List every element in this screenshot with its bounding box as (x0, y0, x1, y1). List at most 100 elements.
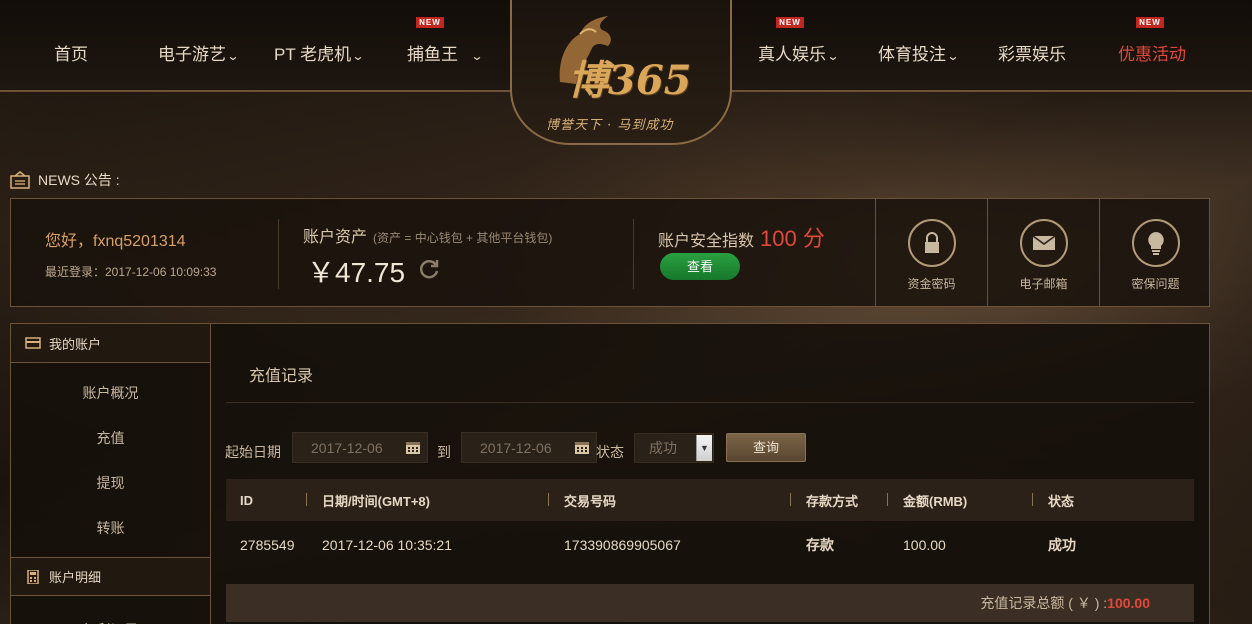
nav-lottery-label: 彩票娱乐 (998, 45, 1066, 64)
calendar-icon[interactable] (405, 440, 421, 455)
table-cell: 100.00 (903, 536, 946, 553)
start-date-label: 起始日期 (225, 444, 281, 460)
end-date-input[interactable]: 2017-12-06 (461, 432, 597, 463)
assets-title: 账户资产 (资产 = 中心钱包 + 其他平台钱包) (303, 223, 552, 247)
chevron-down-icon: ⌄ (826, 49, 840, 63)
refresh-icon[interactable] (417, 257, 441, 281)
status-select[interactable]: 成功 ▼ (634, 433, 714, 463)
dropdown-arrow-icon[interactable]: ▼ (696, 435, 712, 461)
sidebar-section-label: 账户明细 (49, 570, 102, 585)
sidebar: 我的账户 账户概况 充值 提现 转账 账户明细 红利记录 (10, 323, 211, 624)
nav-promotions[interactable]: 优惠活动 (1118, 40, 1186, 65)
tile-email[interactable]: 电子邮箱 (987, 199, 1099, 306)
deposit-records-table: ID 日期/时间(GMT+8) 交易号码 存款方式 金额(RMB) 状态 278… (226, 479, 1194, 568)
nav-sports-label: 体育投注 (878, 45, 946, 64)
status-select-value: 成功 (649, 440, 677, 456)
envelope-icon (1032, 235, 1055, 250)
calculator-icon (27, 569, 39, 584)
logo-text: 博365 (568, 57, 692, 104)
sidebar-list: 账户概况 充值 提现 转账 (11, 363, 210, 557)
sidebar-item-overview[interactable]: 账户概况 (11, 371, 210, 416)
new-badge: NEW (1136, 17, 1164, 28)
sidebar-item-transfer[interactable]: 转账 (11, 506, 210, 551)
account-panel: 您好，fxnq5201314 最近登录：2017-12-06 10:09:33 … (10, 198, 1210, 307)
table-cell: 173390869905067 (564, 536, 681, 553)
total-amount: 100.00 (1107, 595, 1150, 611)
nav-lottery[interactable]: 彩票娱乐 (998, 40, 1066, 65)
tile-fund-password[interactable]: 资金密码 (875, 199, 987, 306)
table-cell: 2785549 (240, 536, 295, 553)
sidebar-item-deposit[interactable]: 充值 (11, 416, 210, 461)
sidebar-section-label: 我的账户 (49, 336, 102, 352)
divider (278, 219, 279, 289)
chevron-down-icon: ⌄ (351, 49, 365, 63)
sidebar-item-bonus-records[interactable]: 红利记录 (11, 608, 210, 624)
tile-circle (1131, 219, 1180, 267)
end-date-value: 2017-12-06 (480, 440, 552, 456)
table-cell: 成功 (1048, 536, 1076, 553)
nav-fishing-king-label: 捕鱼王 (407, 45, 458, 64)
query-button[interactable]: 查询 (726, 433, 806, 462)
lock-icon (924, 232, 939, 253)
column-header: 金额(RMB) (887, 491, 1048, 510)
assets-title-text: 账户资产 (303, 229, 368, 246)
card-icon (25, 337, 41, 349)
nav-home[interactable]: 首页 (54, 40, 88, 65)
nav-pt-slots[interactable]: PT 老虎机⌄ (274, 40, 365, 65)
column-header: 日期/时间(GMT+8) (306, 491, 564, 510)
greeting: 您好，fxnq5201314 (45, 233, 186, 250)
nav-live-casino[interactable]: 真人娱乐⌄ (758, 40, 840, 65)
nav-home-label: 首页 (54, 45, 88, 64)
sidebar-section-account-details[interactable]: 账户明细 (11, 557, 210, 596)
news-label: NEWS 公告 : (38, 172, 120, 188)
total-bar: 充值记录总额 ( ￥ ) :100.00 (226, 584, 1194, 622)
table-cell: 2017-12-06 10:35:21 (322, 536, 452, 553)
column-header: 交易号码 (548, 491, 806, 510)
main-content: 充值记录 起始日期 2017-12-06 到 2017-12-06 状态 成功 … (211, 323, 1210, 624)
security-title-text: 账户安全指数 (658, 233, 755, 250)
megaphone-icon (10, 171, 30, 189)
new-badge: NEW (416, 17, 444, 28)
chevron-down-icon: ⌄ (226, 49, 240, 63)
tile-security-question[interactable]: 密保问题 (1099, 199, 1211, 306)
view-button[interactable]: 查看 (660, 253, 740, 280)
page-title: 充值记录 (249, 368, 314, 385)
start-date-value: 2017-12-06 (311, 440, 383, 456)
tile-label: 电子邮箱 (1019, 277, 1068, 291)
nav-electronic-games[interactable]: 电子游艺⌄ (158, 40, 240, 65)
nav-electronic-games-label: 电子游艺 (158, 45, 226, 64)
logo-slogan: 博誉天下 · 马到成功 (546, 118, 674, 133)
nav-fishing-king[interactable]: 捕鱼王 ⌄ (407, 40, 484, 65)
nav-sports[interactable]: 体育投注⌄ (878, 40, 960, 65)
last-login: 最近登录：2017-12-06 10:09:33 (45, 265, 217, 279)
assets-note: (资产 = 中心钱包 + 其他平台钱包) (373, 231, 553, 245)
to-label: 到 (437, 444, 451, 460)
tile-label: 资金密码 (907, 277, 956, 291)
lightbulb-icon (1147, 232, 1164, 255)
security-score: 100 分 (760, 226, 825, 251)
column-header: 存款方式 (790, 491, 903, 510)
tile-label: 密保问题 (1131, 277, 1180, 291)
nav-promotions-label: 优惠活动 (1118, 45, 1186, 64)
chevron-down-icon: ⌄ (470, 49, 484, 63)
chevron-down-icon: ⌄ (946, 49, 960, 63)
sidebar-item-withdraw[interactable]: 提现 (11, 461, 210, 506)
status-label: 状态 (596, 444, 624, 460)
calendar-icon[interactable] (574, 440, 590, 455)
total-label: 充值记录总额 ( ￥ ) : (980, 595, 1108, 611)
column-header: 状态 (1032, 491, 1178, 510)
nav-pt-slots-label: PT 老虎机 (274, 45, 352, 64)
sidebar-section-my-account[interactable]: 我的账户 (11, 324, 210, 363)
balance: ￥47.75 (307, 257, 406, 288)
security-title: 账户安全指数 100 分 (658, 221, 825, 253)
table-row: 2785549 2017-12-06 10:35:21 173390869905… (226, 521, 1194, 568)
tile-circle (907, 219, 956, 267)
tile-circle (1019, 219, 1068, 267)
news-bar: NEWS 公告 : (10, 170, 120, 190)
divider (226, 402, 1194, 403)
new-badge: NEW (776, 17, 804, 28)
start-date-input[interactable]: 2017-12-06 (292, 432, 428, 463)
column-header: ID (240, 492, 253, 508)
divider (633, 219, 634, 289)
table-header: ID 日期/时间(GMT+8) 交易号码 存款方式 金额(RMB) 状态 (226, 479, 1194, 521)
